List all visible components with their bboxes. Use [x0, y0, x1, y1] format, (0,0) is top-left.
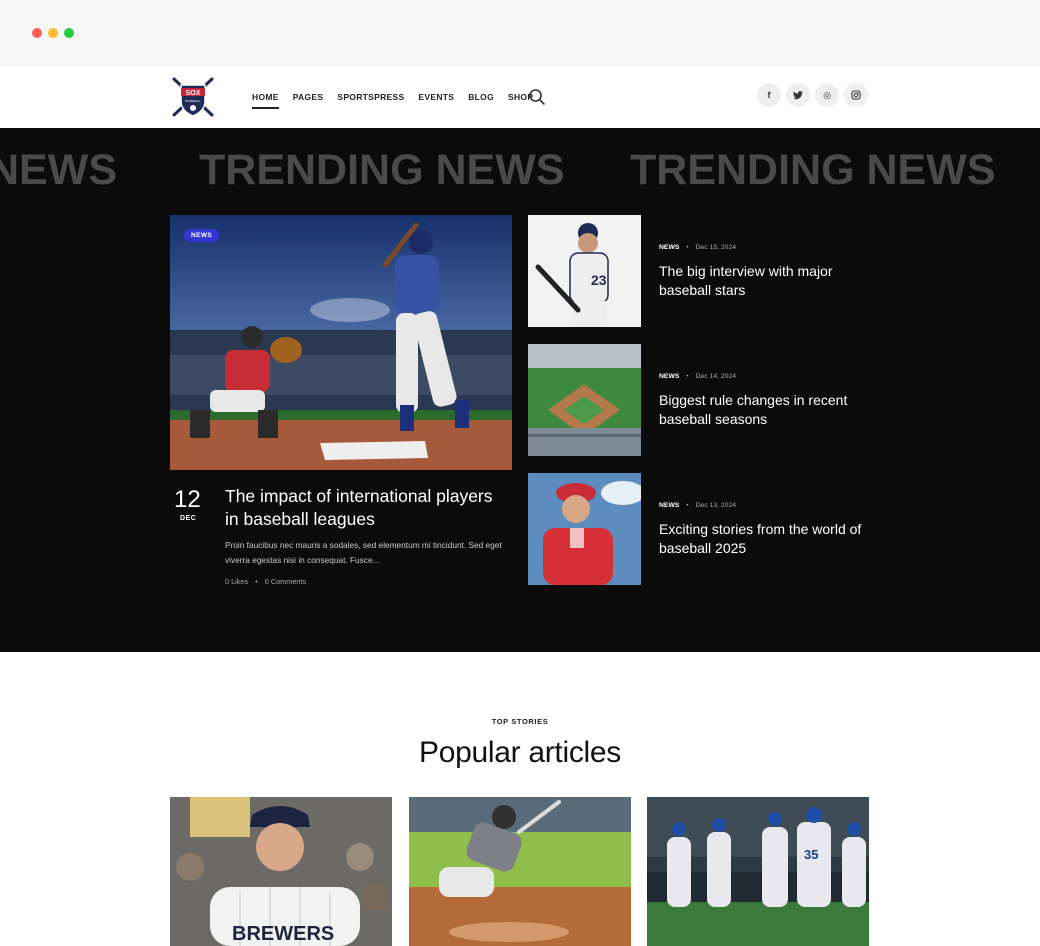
side-article-meta-2: NEWS • Dec 14, 2024 [659, 373, 736, 380]
side-article-title-3[interactable]: Exciting stories from the world of baseb… [659, 520, 873, 558]
side-article-category-2[interactable]: NEWS [659, 373, 679, 380]
instagram-glyph [851, 90, 861, 100]
svg-text:23: 23 [591, 272, 607, 288]
site-logo[interactable]: SOX BASEBALL [170, 75, 216, 119]
batter-swing-photo [409, 797, 631, 946]
twitter-icon[interactable] [786, 83, 810, 107]
feature-article-excerpt: Proin faucibus nec mauris a sodales, sed… [225, 540, 502, 565]
team-celebration-photo: 35 [647, 797, 869, 946]
side-article-date-2: Dec 14, 2024 [695, 373, 737, 380]
side-article-title-1[interactable]: The big interview with major baseball st… [659, 262, 873, 300]
feature-category-badge[interactable]: NEWS [184, 229, 220, 242]
site-header: SOX BASEBALL HOME PAGES SPORTSPRESS EVEN… [0, 66, 1040, 128]
marquee-text-2: TRENDING NEWS [199, 146, 565, 194]
feature-comments[interactable]: 0 Comments [265, 577, 306, 586]
young-player-photo [528, 473, 641, 585]
side-article-image-2[interactable] [528, 344, 641, 456]
meta-separator: • [686, 502, 689, 509]
side-article-meta-1: NEWS • Dec 15, 2024 [659, 244, 736, 251]
feature-article-meta: 0 Likes • 0 Comments [225, 577, 306, 586]
side-article-category-3[interactable]: NEWS [659, 502, 679, 509]
side-article-category-1[interactable]: NEWS [659, 244, 679, 251]
side-article-image-3[interactable] [528, 473, 641, 585]
twitter-bird-glyph [793, 90, 803, 99]
nav-pages[interactable]: PAGES [293, 88, 324, 106]
window-close-button[interactable] [32, 28, 42, 38]
side-article-meta-3: NEWS • Dec 13, 2024 [659, 502, 736, 509]
jersey-number: 35 [804, 847, 818, 862]
window-maximize-button[interactable] [64, 28, 74, 38]
search-button[interactable] [528, 88, 546, 106]
side-article-2[interactable]: NEWS • Dec 14, 2024 Biggest rule changes… [528, 344, 873, 456]
feature-article-title[interactable]: The impact of international players in b… [225, 485, 495, 531]
baseball-logo-icon: SOX BASEBALL [172, 77, 214, 117]
stadium-aerial-photo [528, 344, 641, 456]
side-article-image-1[interactable]: 23 [528, 215, 641, 327]
brewers-player-photo: BREWERS [170, 797, 392, 946]
side-article-date-3: Dec 13, 2024 [695, 502, 737, 509]
feature-date-day: 12 [174, 486, 201, 513]
side-article-1[interactable]: 23 NEWS • Dec 15, 2024 The big interview… [528, 215, 873, 327]
popular-title: Popular articles [419, 736, 621, 769]
nav-events[interactable]: EVENTS [418, 88, 454, 106]
popular-card-2[interactable] [409, 797, 631, 946]
side-article-3[interactable]: NEWS • Dec 13, 2024 Exciting stories fro… [528, 473, 873, 585]
feature-date-month: DEC [180, 515, 197, 522]
dribbble-icon[interactable]: ◎ [815, 83, 839, 107]
main-nav: HOME PAGES SPORTSPRESS EVENTS BLOG SHOP [252, 66, 533, 128]
player-portrait-photo: 23 [528, 215, 641, 327]
marquee-text-1: NEWS [0, 146, 117, 194]
feature-likes[interactable]: 0 Likes [225, 577, 248, 586]
social-links: f ◎ [757, 83, 868, 107]
jersey-text: BREWERS [232, 923, 334, 945]
instagram-icon[interactable] [844, 83, 868, 107]
logo-text: SOX [186, 90, 201, 97]
browser-chrome [0, 0, 1040, 66]
side-article-date-1: Dec 15, 2024 [695, 244, 737, 251]
facebook-icon[interactable]: f [757, 83, 781, 107]
trending-news-section: NEWS TRENDING NEWS TRENDING NEWS NEWS 12… [0, 128, 1040, 652]
nav-home[interactable]: HOME [252, 88, 279, 109]
search-icon [529, 89, 545, 105]
batter-catcher-photo [170, 215, 512, 470]
popular-kicker: TOP STORIES [491, 717, 549, 726]
nav-blog[interactable]: BLOG [468, 88, 494, 106]
feature-article-image[interactable]: NEWS [170, 215, 512, 470]
trending-marquee: NEWS TRENDING NEWS TRENDING NEWS [0, 146, 1040, 196]
popular-card-1[interactable]: BREWERS [170, 797, 392, 946]
side-article-title-2[interactable]: Biggest rule changes in recent baseball … [659, 391, 873, 429]
window-minimize-button[interactable] [48, 28, 58, 38]
marquee-text-3: TRENDING NEWS [630, 146, 996, 194]
meta-separator: • [686, 244, 689, 251]
logo-subtext: BASEBALL [185, 99, 201, 103]
meta-separator: • [686, 373, 689, 380]
popular-card-3[interactable]: 35 [647, 797, 869, 946]
nav-sportspress[interactable]: SPORTSPRESS [337, 88, 404, 106]
meta-separator: • [255, 577, 258, 586]
